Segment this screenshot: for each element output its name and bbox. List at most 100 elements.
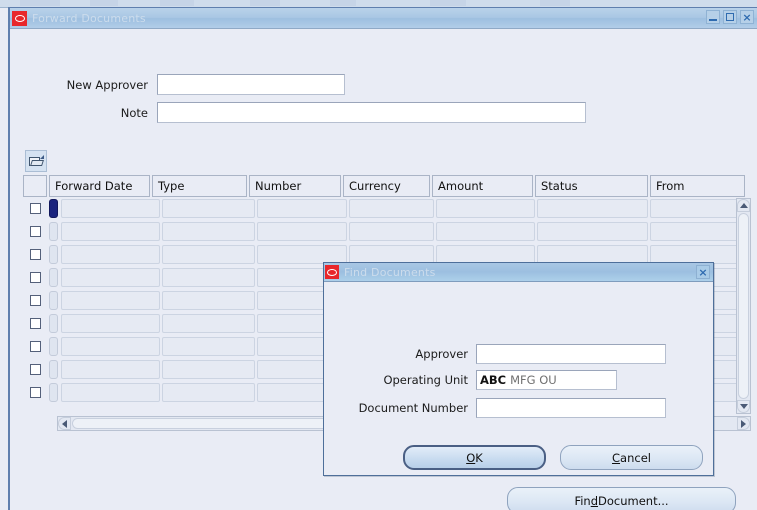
- close-button[interactable]: ×: [740, 10, 754, 24]
- scroll-left-arrow-icon: [62, 419, 67, 428]
- current-record-indicator[interactable]: [49, 199, 58, 218]
- grid-cell[interactable]: [349, 222, 434, 241]
- close-icon: ×: [742, 10, 752, 24]
- grid-cell[interactable]: [162, 337, 255, 356]
- grid-column-header[interactable]: Type: [152, 175, 247, 197]
- grid-cell[interactable]: [61, 291, 160, 310]
- ok-button[interactable]: OK: [403, 445, 546, 470]
- grid-cell[interactable]: [61, 383, 160, 402]
- grid-cell[interactable]: [162, 199, 255, 218]
- scroll-down-button[interactable]: [737, 400, 750, 413]
- row-select-checkbox[interactable]: [29, 341, 41, 352]
- current-record-indicator[interactable]: [49, 291, 58, 310]
- grid-column-header[interactable]: Number: [249, 175, 341, 197]
- cancel-button[interactable]: Cancel: [560, 445, 703, 470]
- grid-column-header[interactable]: Currency: [343, 175, 430, 197]
- current-record-indicator[interactable]: [49, 383, 58, 402]
- vertical-scroll-thumb[interactable]: [738, 213, 749, 399]
- find-document-label-mnemonic: d: [590, 493, 599, 508]
- grid-cell[interactable]: [162, 222, 255, 241]
- dialog-close-button[interactable]: ×: [696, 265, 710, 279]
- row-select-checkbox[interactable]: [29, 318, 41, 329]
- current-record-indicator[interactable]: [49, 245, 58, 264]
- grid-cell[interactable]: [162, 383, 255, 402]
- row-select-checkbox[interactable]: [29, 387, 41, 398]
- row-select-checkbox[interactable]: [29, 272, 41, 283]
- minimize-icon: [709, 18, 717, 21]
- row-select-checkbox-cell[interactable]: [23, 335, 47, 358]
- grid-cell[interactable]: [257, 222, 347, 241]
- dialog-titlebar[interactable]: Find Documents ×: [324, 263, 713, 282]
- grid-column-header[interactable]: Forward Date: [49, 175, 150, 197]
- dialog-body: Approver Operating Unit ABC MFG OU Docum…: [324, 282, 713, 476]
- current-record-indicator[interactable]: [49, 360, 58, 379]
- grid-cell[interactable]: [61, 314, 160, 333]
- grid-column-header[interactable]: Amount: [432, 175, 533, 197]
- grid-cell[interactable]: [257, 199, 347, 218]
- grid-cell[interactable]: [537, 222, 648, 241]
- row-select-checkbox-cell[interactable]: [23, 312, 47, 335]
- row-select-checkbox[interactable]: [29, 364, 41, 375]
- window-titlebar[interactable]: Forward Documents ×: [10, 8, 757, 29]
- row-select-checkbox-cell[interactable]: [23, 243, 47, 266]
- minimize-button[interactable]: [706, 10, 720, 24]
- row-select-checkbox-cell[interactable]: [23, 381, 47, 404]
- grid-cell[interactable]: [436, 199, 535, 218]
- grid-cell[interactable]: [162, 245, 255, 264]
- scroll-right-button[interactable]: [737, 417, 750, 430]
- grid-cell[interactable]: [162, 268, 255, 287]
- grid-cell[interactable]: [650, 199, 743, 218]
- row-select-checkbox[interactable]: [29, 226, 41, 237]
- grid-cell[interactable]: [162, 291, 255, 310]
- note-label: Note: [120, 105, 148, 120]
- find-document-button[interactable]: Fin d Document...: [507, 487, 736, 510]
- dialog-approver-label: Approver: [415, 347, 468, 361]
- grid-cell[interactable]: [61, 199, 160, 218]
- note-input[interactable]: [157, 102, 586, 123]
- horizontal-scroll-thumb[interactable]: [72, 418, 348, 429]
- new-approver-label: New Approver: [66, 77, 148, 92]
- row-select-checkbox-cell[interactable]: [23, 289, 47, 312]
- grid-cell[interactable]: [650, 222, 743, 241]
- oracle-logo-icon: [12, 10, 27, 26]
- grid-column-header[interactable]: From: [650, 175, 745, 197]
- row-select-checkbox-cell[interactable]: [23, 197, 47, 220]
- grid-cell[interactable]: [537, 199, 648, 218]
- grid-vertical-scrollbar[interactable]: [736, 198, 751, 414]
- dialog-operating-unit-input[interactable]: ABC MFG OU: [476, 370, 617, 390]
- row-select-checkbox-cell[interactable]: [23, 358, 47, 381]
- scroll-left-button[interactable]: [58, 417, 71, 430]
- grid-cell[interactable]: [349, 199, 434, 218]
- dialog-title: Find Documents: [344, 265, 436, 279]
- current-record-indicator[interactable]: [49, 222, 58, 241]
- table-row[interactable]: [23, 197, 753, 220]
- current-record-indicator[interactable]: [49, 337, 58, 356]
- folder-open-icon: [29, 154, 44, 167]
- maximize-button[interactable]: [723, 10, 737, 24]
- grid-column-header[interactable]: Status: [535, 175, 648, 197]
- row-select-checkbox[interactable]: [29, 295, 41, 306]
- find-documents-dialog: Find Documents × Approver Operating Unit…: [323, 262, 714, 476]
- scroll-down-arrow-icon: [739, 404, 748, 409]
- row-select-checkbox-cell[interactable]: [23, 220, 47, 243]
- dialog-approver-input[interactable]: [476, 344, 666, 364]
- open-folder-button[interactable]: [25, 150, 47, 172]
- dialog-document-number-input[interactable]: [476, 398, 666, 418]
- grid-cell[interactable]: [61, 360, 160, 379]
- grid-cell[interactable]: [61, 268, 160, 287]
- grid-cell[interactable]: [61, 222, 160, 241]
- current-record-indicator[interactable]: [49, 314, 58, 333]
- grid-cell[interactable]: [61, 337, 160, 356]
- grid-cell[interactable]: [61, 245, 160, 264]
- new-approver-input[interactable]: [157, 74, 345, 95]
- ok-label-mnemonic: O: [466, 450, 476, 465]
- row-select-checkbox-cell[interactable]: [23, 266, 47, 289]
- table-row[interactable]: [23, 220, 753, 243]
- scroll-up-button[interactable]: [737, 199, 750, 212]
- grid-cell[interactable]: [162, 314, 255, 333]
- grid-cell[interactable]: [162, 360, 255, 379]
- row-select-checkbox[interactable]: [29, 203, 41, 214]
- grid-cell[interactable]: [436, 222, 535, 241]
- row-select-checkbox[interactable]: [29, 249, 41, 260]
- current-record-indicator[interactable]: [49, 268, 58, 287]
